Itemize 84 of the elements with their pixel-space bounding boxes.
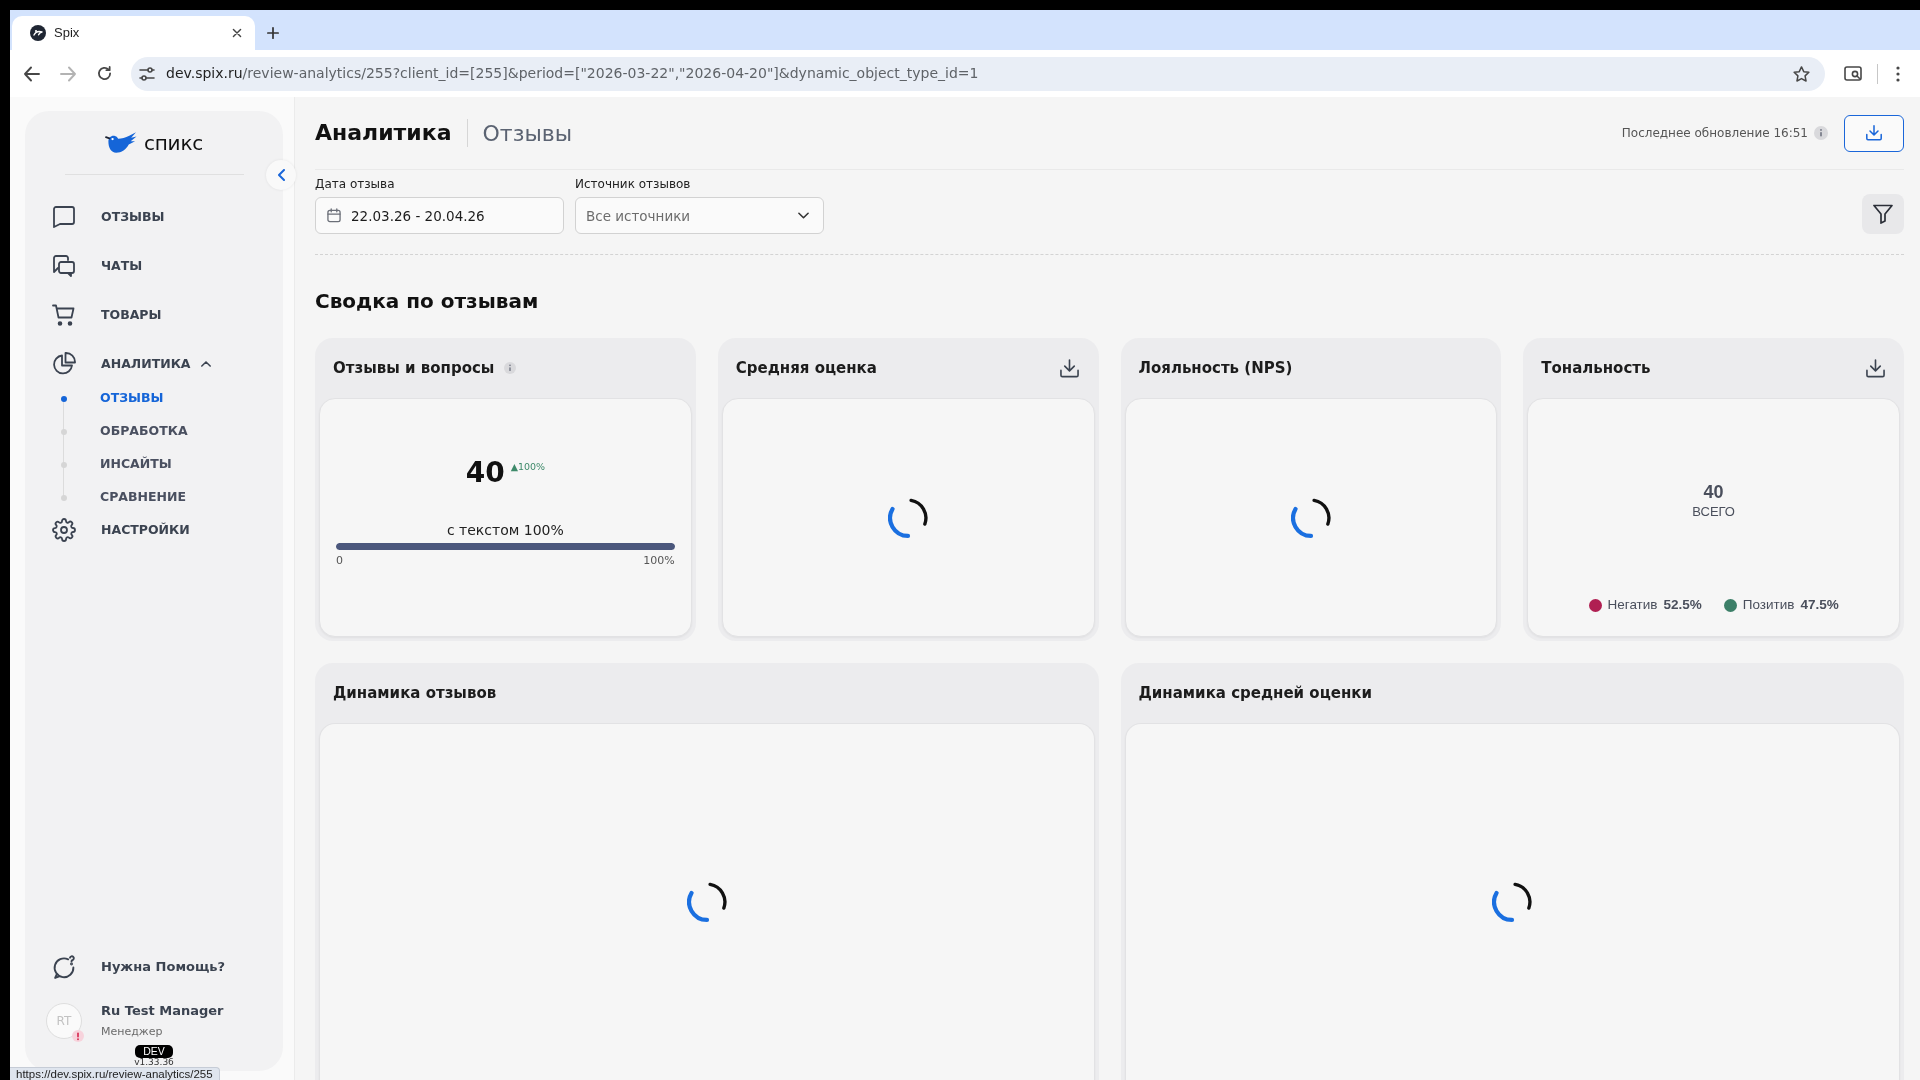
legend-label: Негатив xyxy=(1607,596,1658,614)
avatar-initials: RT xyxy=(56,1013,72,1030)
metric-delta: ▲100% xyxy=(510,461,546,473)
nav-item[interactable]: ОТЗЫВЫ xyxy=(25,201,283,233)
pie-chart-icon xyxy=(52,352,76,376)
total-value: 40 xyxy=(1703,482,1724,502)
date-range-field[interactable]: 22.03.26 - 20.04.26 xyxy=(315,197,564,234)
dot-icon xyxy=(61,461,67,468)
nav-item[interactable]: АНАЛИТИКА xyxy=(25,348,283,380)
subnav-item[interactable]: ИНСАЙТЫ xyxy=(25,448,283,481)
section-title: Сводка по отзывам xyxy=(315,288,540,314)
page-title: Аналитика xyxy=(315,119,452,147)
kebab-menu-icon xyxy=(1896,65,1900,82)
help-link[interactable]: Нужна Помощь? xyxy=(25,951,283,983)
scale-label: 100% xyxy=(643,554,675,567)
environment-label: DEV xyxy=(135,1045,173,1058)
nav-item[interactable]: ЧАТЫ xyxy=(25,250,283,282)
legend-value: 52.5% xyxy=(1663,596,1702,614)
chevron-left-icon xyxy=(277,169,285,181)
chevron-down-icon xyxy=(798,212,809,219)
download-button[interactable] xyxy=(1844,114,1904,152)
download-button[interactable] xyxy=(1059,358,1080,378)
card-title: Динамика отзывов xyxy=(333,682,497,704)
card-title: Лояльность (NPS) xyxy=(1138,357,1293,379)
site-logo-icon xyxy=(30,25,46,41)
info-icon xyxy=(504,362,517,374)
card-title: Средняя оценка xyxy=(735,357,877,379)
chat-bubbles-icon xyxy=(52,254,76,278)
loading-spinner-icon xyxy=(1290,497,1331,538)
help-chat-icon xyxy=(52,955,76,979)
download-icon xyxy=(1865,358,1885,378)
loading-spinner-icon xyxy=(686,882,727,922)
reload-icon xyxy=(96,66,112,81)
collapse-sidebar-button[interactable] xyxy=(266,160,296,190)
info-icon xyxy=(1814,126,1828,140)
card-title: Отзывы и вопросы xyxy=(333,357,495,379)
page-subtitle: Отзывы xyxy=(482,119,573,148)
dot-icon xyxy=(61,494,67,501)
loading-spinner-icon xyxy=(888,497,929,538)
status-url-text: https://dev.spix.ru/review-analytics/255 xyxy=(10,1067,220,1080)
last-update-text: Последнее обновление 16:51 xyxy=(1621,125,1808,142)
alert-icon xyxy=(72,1030,84,1042)
nav-item[interactable]: ТОВАРЫ xyxy=(25,299,283,331)
subnav-item[interactable]: СРАВНЕНИЕ xyxy=(25,481,283,514)
screen-search-icon xyxy=(1844,65,1862,82)
metric-value: 40 xyxy=(465,455,505,491)
filter-icon xyxy=(1873,204,1893,224)
legend-value: 47.5% xyxy=(1800,596,1839,614)
cart-icon xyxy=(52,303,76,327)
settings-icon xyxy=(52,518,76,542)
field-label: Источник отзывов xyxy=(575,176,692,192)
user-name: Ru Test Manager xyxy=(101,1003,224,1019)
filter-button[interactable] xyxy=(1862,194,1904,234)
subnav-item[interactable]: ОБРАБОТКА xyxy=(25,415,283,448)
speech-bubble-icon xyxy=(52,205,76,229)
subnav-item[interactable]: ОТЗЫВЫ xyxy=(25,382,283,415)
bird-logo-icon xyxy=(104,131,137,154)
card-title: Тональность xyxy=(1541,357,1651,379)
nav-item[interactable]: НАСТРОЙКИ xyxy=(25,514,283,546)
version-text: v1.33.36 xyxy=(134,1058,174,1067)
source-select[interactable]: Все источники xyxy=(575,197,824,234)
total-label: ВСЕГО xyxy=(1692,504,1735,520)
arrow-left-icon xyxy=(24,65,40,82)
star-icon xyxy=(1792,65,1810,82)
plus-icon xyxy=(267,27,279,39)
loading-spinner-icon xyxy=(1492,882,1533,922)
scale-label: 0 xyxy=(336,554,343,567)
dot-icon xyxy=(61,428,67,435)
logo-text: спикс xyxy=(143,131,204,154)
download-button[interactable] xyxy=(1865,358,1885,378)
close-icon xyxy=(232,28,242,38)
site-settings-icon xyxy=(139,65,155,82)
field-label: Дата отзыва xyxy=(315,176,396,192)
card-title: Динамика средней оценки xyxy=(1138,682,1372,704)
dot-icon xyxy=(61,395,67,402)
browser-tab[interactable]: Spix xyxy=(12,16,255,50)
address-bar[interactable]: dev.spix.ru/review-analytics/255?client_id=[255]&period=["2026-03-22","2026-04-20"]&dynamic_object_type_id=1 xyxy=(131,56,1825,91)
download-icon xyxy=(1866,125,1882,141)
download-icon xyxy=(1060,358,1079,378)
metric-caption: с текстом 100% xyxy=(446,521,564,540)
legend-label: Позитив xyxy=(1742,596,1795,614)
arrow-right-icon xyxy=(60,65,76,82)
calendar-icon xyxy=(327,208,341,223)
user-role: Менеджер xyxy=(101,1025,164,1039)
